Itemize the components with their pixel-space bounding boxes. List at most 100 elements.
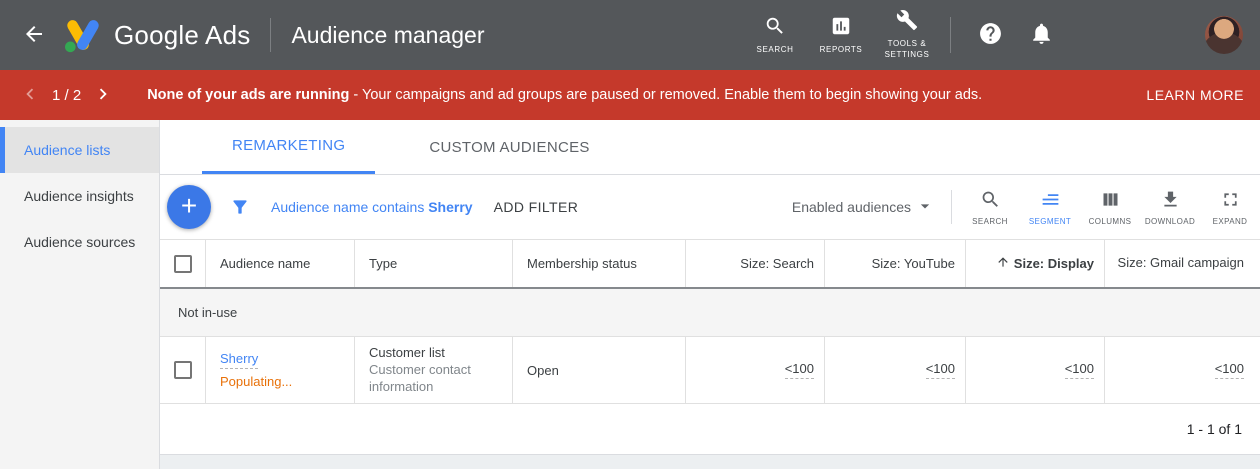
sidebar-item-label: Audience sources [24,234,135,250]
google-ads-logo-icon [64,17,102,53]
membership-status-value: Open [527,363,559,378]
size-display-value: <100 [1065,361,1094,379]
table-footer: 1 - 1 of 1 [160,404,1260,455]
topbar-divider [270,18,271,52]
sidebar: Audience lists Audience insights Audienc… [0,120,160,469]
column-header-audience-name[interactable]: Audience name [206,240,355,287]
banner-pager: 1 / 2 [18,83,115,107]
row-checkbox-cell [160,337,206,403]
table-columns-button[interactable]: COLUMNS [1080,189,1140,226]
select-all-checkbox[interactable] [174,255,192,273]
sidebar-item-audience-insights[interactable]: Audience insights [0,173,159,219]
alert-banner: 1 / 2 None of your ads are running - You… [0,70,1260,120]
search-icon [764,15,786,40]
tool-label: DOWNLOAD [1145,217,1195,226]
type-cell: Customer list Customer contact informati… [355,337,513,403]
size-youtube-cell: <100 [825,337,966,403]
sidebar-item-audience-sources[interactable]: Audience sources [0,219,159,265]
previous-alert-button[interactable] [18,83,42,107]
column-header-membership-status[interactable]: Membership status [513,240,686,287]
sidebar-item-label: Audience lists [24,142,110,158]
column-header-type[interactable]: Type [355,240,513,287]
tool-label: SEGMENT [1029,217,1071,226]
alert-message-title: None of your ads are running [147,87,349,103]
content-area: Audience lists Audience insights Audienc… [0,120,1260,469]
arrow-back-icon [22,22,46,49]
table-tools: Enabled audiences SEARCH [792,189,1260,226]
header-checkbox-cell [160,240,206,287]
table-download-button[interactable]: DOWNLOAD [1140,189,1200,226]
tools-settings-nav-button[interactable]: TOOLS & SETTINGS [874,9,940,61]
wrench-icon [896,9,918,34]
tab-remarketing[interactable]: REMARKETING [202,120,375,174]
help-icon [978,21,1003,49]
column-header-label: Size: Search [740,256,814,271]
applied-filter-value: Sherry [428,199,472,215]
fullscreen-icon [1220,189,1241,213]
table-segment-button[interactable]: SEGMENT [1020,189,1080,226]
tool-label: EXPAND [1213,217,1248,226]
table-group-row: Not in-use [160,289,1260,337]
table-search-button[interactable]: SEARCH [960,189,1020,226]
size-search-value: <100 [785,361,814,379]
brand-name[interactable]: Google Ads [114,20,250,51]
table-header-row: Audience name Type Membership status Siz… [160,240,1260,289]
chevron-left-icon [19,83,41,108]
tools-settings-nav-label: TOOLS & SETTINGS [879,39,935,61]
type-detail: Customer contact information [369,362,512,396]
table-expand-button[interactable]: EXPAND [1200,189,1260,226]
topbar-divider [950,17,951,53]
search-nav-button[interactable]: SEARCH [742,15,808,56]
size-display-cell: <100 [966,337,1105,403]
column-header-label: Type [369,256,397,271]
filter-toolbar: + Audience name contains Sherry ADD FILT… [160,175,1260,240]
column-header-label: Size: YouTube [872,256,955,271]
size-gmail-cell: <100 [1105,337,1260,403]
audience-name-link[interactable]: Sherry [220,351,258,369]
sidebar-item-audience-lists[interactable]: Audience lists [0,127,159,173]
applied-filter-chip[interactable]: Audience name contains Sherry [271,199,473,215]
group-label: Not in-use [178,305,237,320]
search-nav-label: SEARCH [747,45,803,56]
tab-custom-audiences[interactable]: CUSTOM AUDIENCES [399,120,619,174]
avatar[interactable] [1205,16,1243,54]
add-audience-button[interactable]: + [167,185,211,229]
reports-nav-button[interactable]: REPORTS [808,15,874,56]
column-header-size-display[interactable]: Size: Display [966,240,1105,287]
column-header-size-search[interactable]: Size: Search [686,240,825,287]
audience-view-value: Enabled audiences [792,199,911,215]
next-alert-button[interactable] [91,83,115,107]
membership-status-cell: Open [513,337,686,403]
column-header-label: Size: Display [1014,256,1094,271]
table-row: Sherry Populating... Customer list Custo… [160,337,1260,404]
columns-icon [1100,189,1121,213]
column-header-label: Audience name [220,256,310,271]
add-filter-button[interactable]: ADD FILTER [494,199,579,215]
column-header-size-youtube[interactable]: Size: YouTube [825,240,966,287]
help-button[interactable] [978,23,1003,48]
back-button[interactable] [22,22,46,49]
alert-message-body: - Your campaigns and ad groups are pause… [349,87,982,103]
notifications-button[interactable] [1029,23,1054,48]
bar-chart-icon [830,15,852,40]
learn-more-button[interactable]: LEARN MORE [1146,87,1244,103]
chevron-right-icon [92,83,114,108]
sort-ascending-icon [996,255,1014,272]
plus-icon: + [181,192,197,220]
bell-icon [1029,21,1054,49]
reports-nav-label: REPORTS [813,45,869,56]
segment-icon [1040,189,1061,213]
column-header-size-gmail[interactable]: Size: Gmail campaign [1105,240,1260,287]
top-app-bar: Google Ads Audience manager SEARCH REPOR… [0,0,1260,70]
topbar-left: Google Ads Audience manager [0,17,485,53]
main-panel: REMARKETING CUSTOM AUDIENCES + Audience … [160,120,1260,469]
search-icon [980,189,1001,213]
topbar-right: SEARCH REPORTS TOOLS & SETTINGS [742,9,1260,61]
tool-label: SEARCH [972,217,1008,226]
page-title: Audience manager [291,22,484,49]
filter-funnel-icon[interactable] [230,197,250,217]
audience-view-select[interactable]: Enabled audiences [792,196,935,219]
row-checkbox[interactable] [174,361,192,379]
size-gmail-value: <100 [1215,361,1244,379]
populating-status: Populating... [220,374,292,389]
